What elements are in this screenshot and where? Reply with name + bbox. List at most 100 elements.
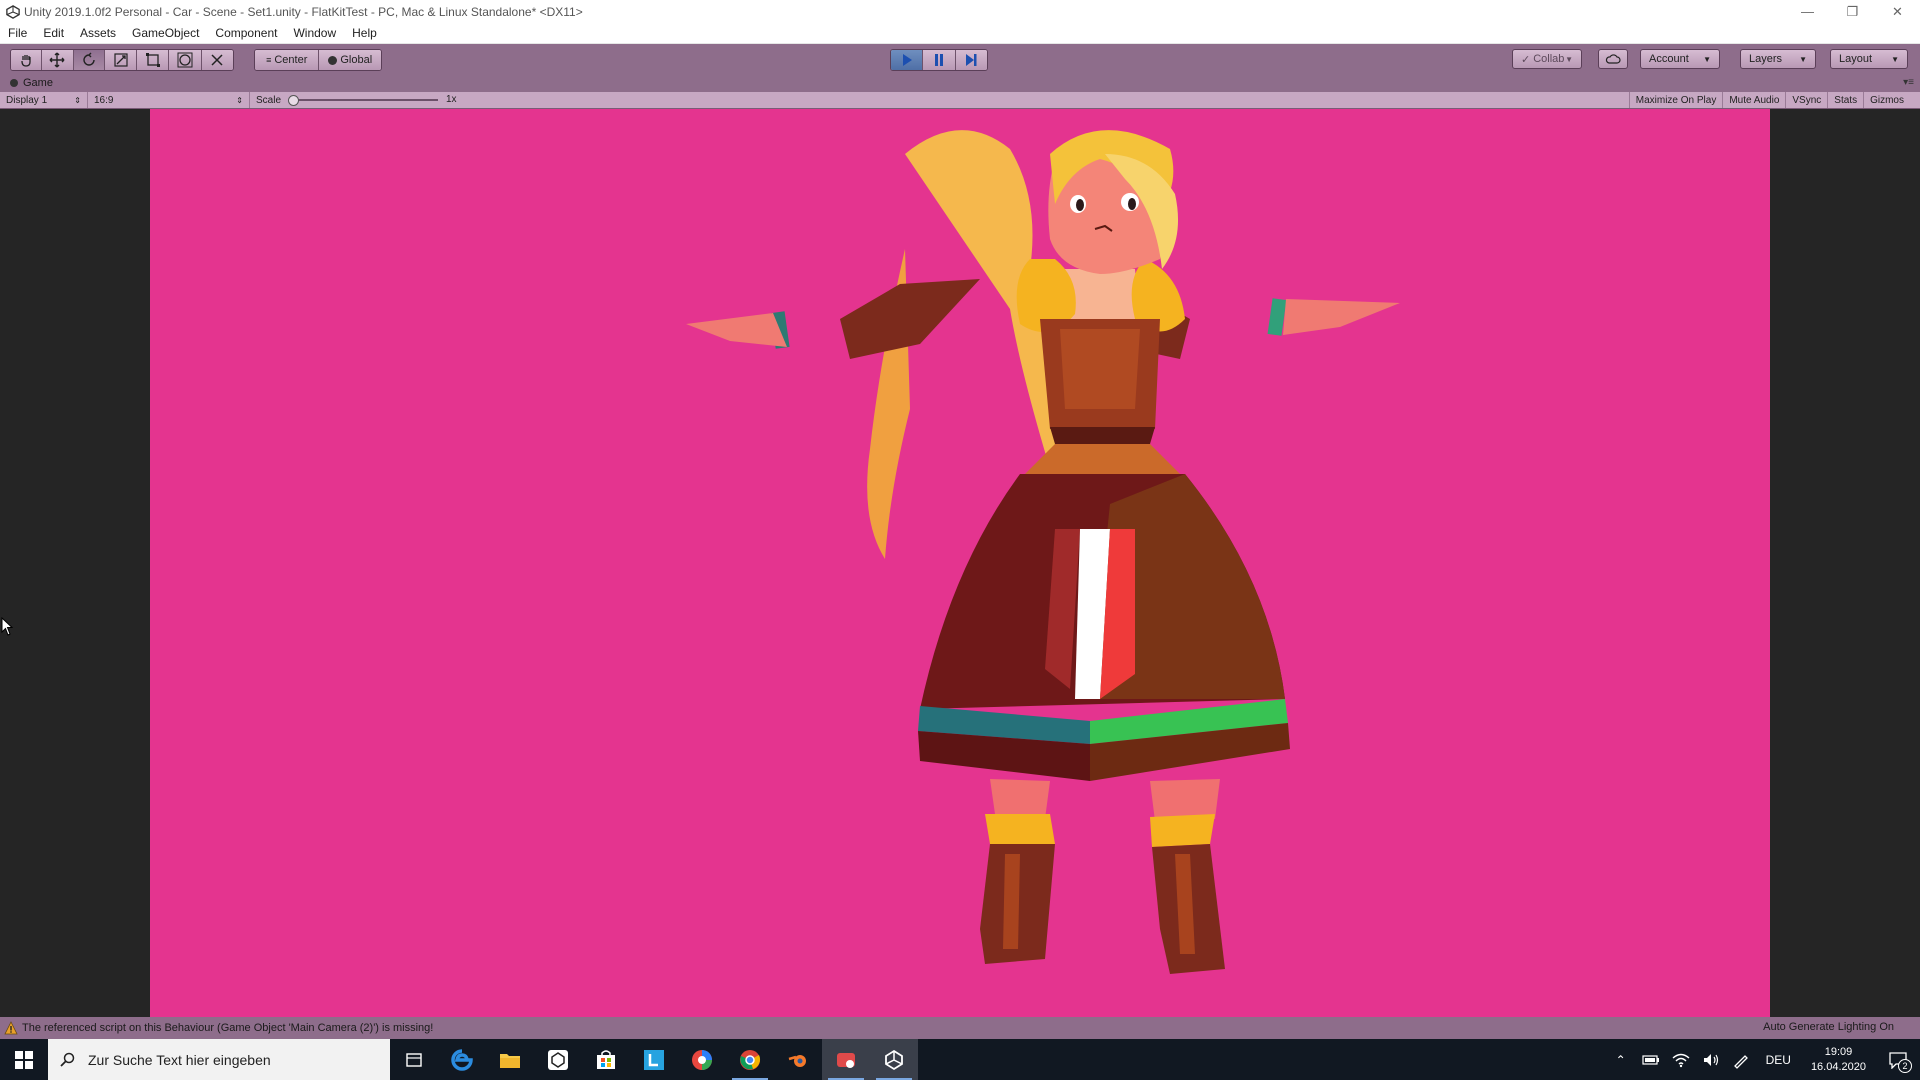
taskbar-blender[interactable] <box>774 1039 822 1080</box>
menu-help[interactable]: Help <box>344 26 385 40</box>
account-dropdown[interactable]: Account ▼ <box>1640 49 1720 69</box>
tray-clock[interactable]: 19:09 16.04.2020 <box>1801 1045 1876 1075</box>
taskbar-app-colorful[interactable] <box>678 1039 726 1080</box>
layers-dropdown[interactable]: Layers ▼ <box>1740 49 1816 69</box>
tools-icon <box>211 54 223 66</box>
search-icon <box>60 1052 75 1067</box>
edge-icon <box>451 1048 473 1071</box>
tray-wifi[interactable] <box>1666 1039 1696 1080</box>
taskbar-app-red[interactable] <box>822 1039 870 1080</box>
task-view-button[interactable] <box>390 1039 438 1080</box>
unity-hub-icon <box>548 1049 568 1070</box>
pivot-rotation-button[interactable]: Global <box>319 50 381 70</box>
scale-value: 1x <box>446 94 457 105</box>
start-button[interactable] <box>0 1039 48 1080</box>
menu-component[interactable]: Component <box>207 26 285 40</box>
menu-assets[interactable]: Assets <box>72 26 124 40</box>
chevron-up-icon: ⌃ <box>1615 1052 1626 1067</box>
scale-slider-thumb[interactable] <box>288 95 299 106</box>
mouse-cursor-icon <box>1 617 14 636</box>
taskbar-unity-hub[interactable] <box>534 1039 582 1080</box>
scale-tool-button[interactable] <box>104 50 138 70</box>
taskbar-edge[interactable] <box>438 1039 486 1080</box>
game-view-bar: Display 1 ⇕ 16:9 ⇕ Scale 1x Maximize On … <box>0 92 1920 109</box>
gizmos-toggle[interactable]: Gizmos <box>1863 92 1920 108</box>
pause-icon <box>934 54 943 66</box>
pivot-group: ≡ Center Global <box>254 49 382 71</box>
layout-dropdown[interactable]: Layout ▼ <box>1830 49 1908 69</box>
menu-gameobject[interactable]: GameObject <box>124 26 207 40</box>
play-icon <box>902 54 912 66</box>
hand-tool-button[interactable] <box>11 50 43 70</box>
taskbar-search-box[interactable]: Zur Suche Text hier eingeben <box>48 1039 390 1080</box>
aspect-dropdown[interactable]: 16:9 ⇕ <box>88 92 250 108</box>
auto-lighting-status: Auto Generate Lighting On <box>1763 1021 1894 1033</box>
taskbar-chrome[interactable] <box>726 1039 774 1080</box>
game-render <box>150 109 1770 1017</box>
rect-tool-button[interactable] <box>137 50 170 70</box>
menu-file[interactable]: File <box>0 26 35 40</box>
tab-menu-icon[interactable]: ▾≡ <box>1903 77 1914 88</box>
pause-button[interactable] <box>923 50 956 70</box>
step-icon <box>966 54 977 66</box>
taskbar-app-l[interactable] <box>630 1039 678 1080</box>
taskbar-file-explorer[interactable] <box>486 1039 534 1080</box>
status-message: The referenced script on this Behaviour … <box>22 1022 434 1034</box>
play-button[interactable] <box>891 50 924 70</box>
rotate-icon <box>83 52 95 66</box>
taskbar-store[interactable] <box>582 1039 630 1080</box>
collab-dropdown[interactable]: ✓ Collab ▼ <box>1512 49 1582 69</box>
stats-toggle[interactable]: Stats <box>1827 92 1863 108</box>
check-icon: ✓ <box>1521 53 1531 66</box>
pivot-mode-button[interactable]: ≡ Center <box>255 50 320 70</box>
display-dropdown[interactable]: Display 1 ⇕ <box>0 92 88 108</box>
game-controller-icon <box>10 79 18 87</box>
scale-slider-track[interactable] <box>290 99 438 101</box>
clock-time: 19:09 <box>1824 1045 1853 1058</box>
minimize-button[interactable]: — <box>1785 0 1830 23</box>
transform-tools <box>10 49 234 71</box>
console-status-bar[interactable]: The referenced script on this Behaviour … <box>0 1017 1920 1039</box>
tray-language[interactable]: DEU <box>1756 1053 1801 1067</box>
tray-overflow-button[interactable]: ⌃ <box>1606 1039 1636 1080</box>
unity-logo-icon <box>6 4 20 19</box>
scale-label: Scale <box>256 94 282 106</box>
battery-icon <box>1641 1054 1659 1065</box>
system-tray: ⌃ DEU 19:09 16.04.2020 2 <box>1606 1039 1920 1080</box>
warning-icon <box>4 1021 18 1035</box>
transform-icon <box>177 52 193 68</box>
tray-volume[interactable] <box>1696 1039 1726 1080</box>
custom-tool-button[interactable] <box>201 50 233 70</box>
action-center-button[interactable]: 2 <box>1876 1039 1920 1080</box>
step-button[interactable] <box>955 50 987 70</box>
speaker-icon <box>1703 1053 1718 1066</box>
tray-battery[interactable] <box>1636 1039 1666 1080</box>
cloud-button[interactable] <box>1598 49 1628 69</box>
windows-taskbar: Zur Suche Text hier eingeben ⌃ DEU 19:09… <box>0 1039 1920 1080</box>
pen-icon <box>1733 1054 1748 1069</box>
transform-tool-button[interactable] <box>169 50 202 70</box>
windows-logo-icon <box>15 1050 33 1069</box>
mute-audio-toggle[interactable]: Mute Audio <box>1722 92 1785 108</box>
unity-icon <box>885 1049 903 1070</box>
maximize-on-play-toggle[interactable]: Maximize On Play <box>1628 92 1723 108</box>
clock-date: 16.04.2020 <box>1810 1060 1866 1073</box>
game-viewport[interactable] <box>0 109 1920 1017</box>
close-button[interactable]: ✕ <box>1875 0 1920 23</box>
l-app-icon <box>644 1049 664 1070</box>
taskbar-unity[interactable] <box>870 1039 918 1080</box>
globe-icon <box>328 55 338 65</box>
chevron-down-icon: ▼ <box>1891 54 1899 64</box>
move-tool-button[interactable] <box>42 50 74 70</box>
tray-pen[interactable] <box>1726 1039 1756 1080</box>
restore-button[interactable]: ❐ <box>1830 0 1875 23</box>
menu-edit[interactable]: Edit <box>35 26 72 40</box>
menu-bar: File Edit Assets GameObject Component Wi… <box>0 23 1920 44</box>
rotate-tool-button[interactable] <box>73 50 105 70</box>
game-tab[interactable]: Game <box>10 77 53 89</box>
stepper-icon: ⇕ <box>236 95 243 105</box>
chevron-down-icon: ▼ <box>1565 54 1573 64</box>
vsync-toggle[interactable]: VSync <box>1785 92 1827 108</box>
window-title: Unity 2019.1.0f2 Personal - Car - Scene … <box>24 4 583 19</box>
menu-window[interactable]: Window <box>285 26 344 40</box>
